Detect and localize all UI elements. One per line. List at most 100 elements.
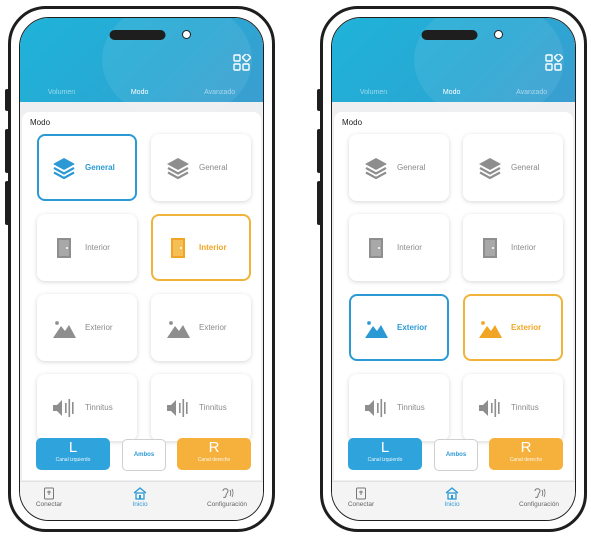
tab-volumen[interactable]: Volumen	[48, 89, 75, 96]
speaker-sound-icon	[365, 398, 386, 417]
home-icon	[445, 487, 459, 500]
tab-modo[interactable]: Modo	[443, 89, 461, 96]
door-icon	[171, 237, 185, 258]
volume-button	[317, 89, 321, 111]
volume-button	[317, 129, 321, 173]
channel-caption: Canal izquierdo	[55, 457, 91, 463]
header: Volumen Modo Avanzado	[332, 18, 575, 120]
mode-panel: Modo General General Interior Interior E…	[22, 112, 261, 480]
nav-label: Configuración	[518, 501, 560, 508]
mode-card-general-left[interactable]: General	[349, 134, 449, 201]
channel-letter: R	[520, 439, 532, 456]
nav-conectar[interactable]: Conectar	[332, 487, 396, 508]
mode-label: Tinnitus	[199, 403, 227, 412]
mode-label: General	[397, 163, 426, 172]
mode-card-interior-left[interactable]: Interior	[349, 214, 449, 281]
mode-card-general-right[interactable]: General	[151, 134, 251, 201]
speaker-sound-icon	[53, 398, 74, 417]
layers-icon	[53, 157, 75, 179]
nav-inicio[interactable]: Inicio	[417, 487, 487, 508]
phone-frame-left: Volumen Modo Avanzado Modo General Gener…	[5, 6, 275, 532]
nav-conectar[interactable]: Conectar	[20, 487, 84, 508]
door-icon	[369, 237, 383, 258]
tab-volumen[interactable]: Volumen	[360, 89, 387, 96]
section-title: Modo	[342, 118, 363, 127]
mode-label: General	[199, 163, 228, 172]
power-button	[317, 181, 321, 225]
notch	[109, 30, 166, 40]
mode-label: Tinnitus	[397, 403, 425, 412]
left-channel-button[interactable]: L Canal izquierdo	[36, 438, 110, 470]
mode-card-tinnitus-right[interactable]: Tinnitus	[151, 374, 251, 441]
mode-label: Tinnitus	[85, 403, 113, 412]
nav-label: Conectar	[35, 501, 63, 508]
mode-label: Interior	[397, 243, 422, 252]
channel-selector: L Canal izquierdo Ambos R Canal derecho	[36, 438, 251, 472]
tab-avanzado[interactable]: Avanzado	[516, 89, 547, 96]
mountain-sun-icon	[479, 320, 502, 338]
home-icon	[133, 487, 147, 500]
door-icon	[483, 237, 497, 258]
phone-frame-right: Volumen Modo Avanzado Modo General Gener…	[317, 6, 587, 532]
mode-label: Exterior	[511, 323, 542, 332]
mode-label: Interior	[85, 243, 110, 252]
ear-sound-icon	[534, 488, 546, 498]
mode-card-interior-right[interactable]: Interior	[463, 214, 563, 281]
layers-icon	[167, 157, 189, 179]
device-icon	[356, 487, 366, 500]
mountain-sun-icon	[167, 320, 190, 338]
nav-configuracion[interactable]: Configuración	[192, 487, 262, 508]
tab-avanzado[interactable]: Avanzado	[204, 89, 235, 96]
ear-sound-icon	[222, 488, 234, 498]
mode-card-interior-right[interactable]: Interior	[151, 214, 251, 281]
door-icon	[57, 237, 71, 258]
camera	[181, 30, 191, 39]
channel-caption: Canal derecho	[509, 457, 543, 463]
apps-icon[interactable]	[233, 54, 251, 72]
both-channels-button[interactable]: Ambos	[434, 439, 478, 471]
mode-card-tinnitus-right[interactable]: Tinnitus	[463, 374, 563, 441]
mode-card-general-left[interactable]: General	[37, 134, 137, 201]
mode-grid: General General Interior Interior Exteri…	[37, 134, 251, 441]
channel-letter: L	[68, 439, 78, 456]
power-button	[5, 181, 9, 225]
mode-card-interior-left[interactable]: Interior	[37, 214, 137, 281]
bottom-nav: Conectar Inicio Configuración	[20, 481, 263, 520]
mode-card-general-right[interactable]: General	[463, 134, 563, 201]
mode-card-tinnitus-left[interactable]: Tinnitus	[37, 374, 137, 441]
layers-icon	[365, 157, 387, 179]
nav-label: Inicio	[444, 501, 460, 508]
mode-label: Exterior	[199, 323, 227, 332]
speaker-sound-icon	[479, 398, 500, 417]
mode-label: Interior	[511, 243, 536, 252]
nav-label: Conectar	[347, 501, 375, 508]
mountain-sun-icon	[365, 320, 388, 338]
mode-card-exterior-left[interactable]: Exterior	[37, 294, 137, 361]
mode-label: Interior	[199, 243, 227, 252]
nav-inicio[interactable]: Inicio	[105, 487, 175, 508]
mode-label: General	[511, 163, 540, 172]
mode-card-exterior-left[interactable]: Exterior	[349, 294, 449, 361]
channel-caption: Canal derecho	[197, 457, 231, 463]
mode-grid: General General Interior Interior Exteri…	[349, 134, 563, 441]
left-channel-button[interactable]: L Canal izquierdo	[348, 438, 422, 470]
speaker-sound-icon	[167, 398, 188, 417]
mode-card-tinnitus-left[interactable]: Tinnitus	[349, 374, 449, 441]
channel-letter: R	[208, 439, 220, 456]
layers-icon	[479, 157, 501, 179]
mode-card-exterior-right[interactable]: Exterior	[463, 294, 563, 361]
nav-label: Configuración	[206, 501, 248, 508]
apps-icon[interactable]	[545, 54, 563, 72]
mode-card-exterior-right[interactable]: Exterior	[151, 294, 251, 361]
screen: Volumen Modo Avanzado Modo General Gener…	[19, 17, 264, 521]
mode-panel: Modo General General Interior Interior E…	[334, 112, 573, 480]
header: Volumen Modo Avanzado	[20, 18, 263, 120]
both-channels-button[interactable]: Ambos	[122, 439, 166, 471]
mode-label: Tinnitus	[511, 403, 539, 412]
tab-bar: Volumen Modo Avanzado	[332, 89, 575, 96]
right-channel-button[interactable]: R Canal derecho	[177, 438, 251, 470]
nav-configuracion[interactable]: Configuración	[504, 487, 574, 508]
right-channel-button[interactable]: R Canal derecho	[489, 438, 563, 470]
nav-label: Inicio	[132, 501, 148, 508]
tab-modo[interactable]: Modo	[131, 89, 149, 96]
